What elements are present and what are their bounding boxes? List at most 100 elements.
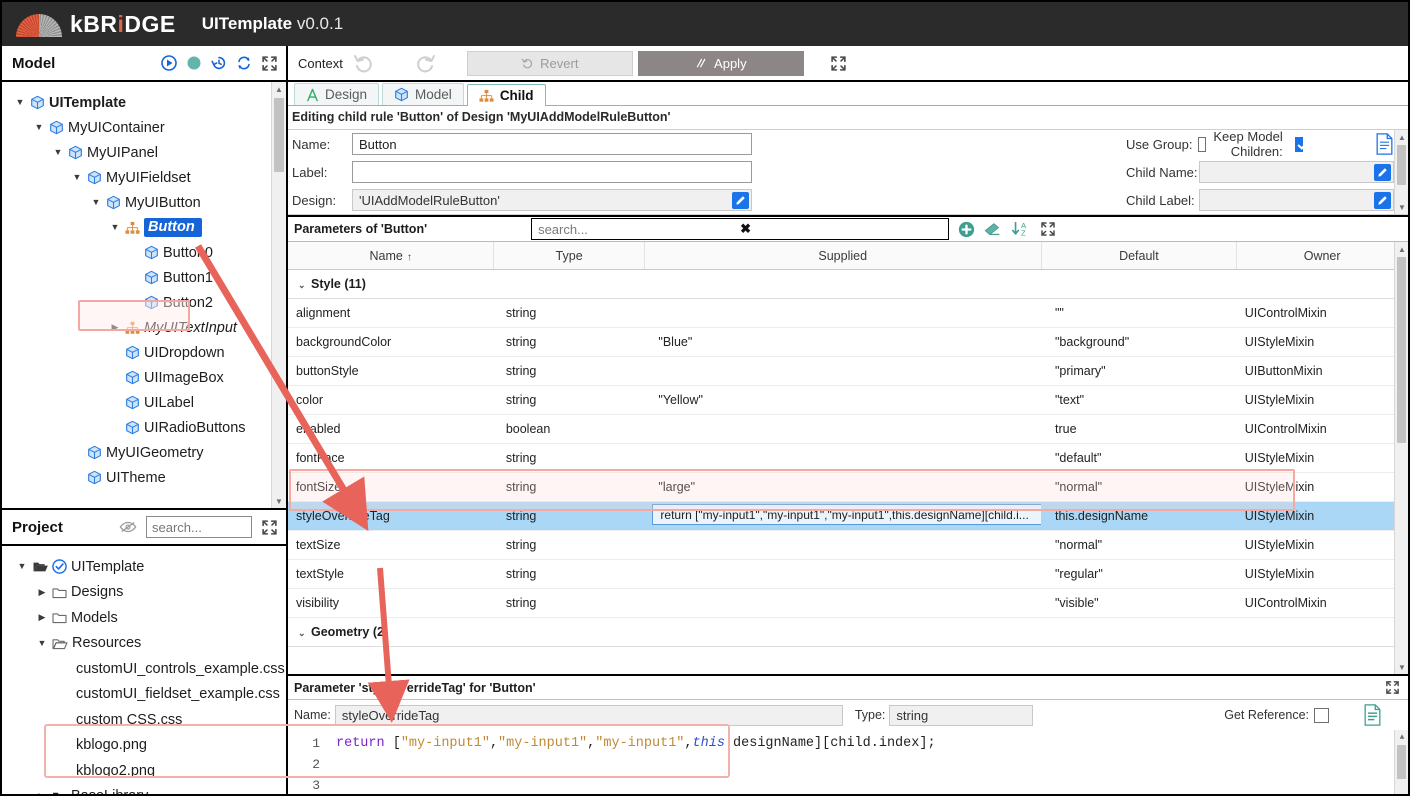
parameter-group-row[interactable]: ⌄ Style (11) — [288, 269, 1408, 299]
project-tree-item[interactable]: ▼ Resources — [10, 631, 286, 657]
expand-icon[interactable] — [1385, 680, 1400, 695]
eraser-icon[interactable] — [984, 221, 1002, 238]
parameter-supplied-cell[interactable] — [644, 559, 1041, 589]
model-tree-item-myuigeometry[interactable]: MyUIGeometry — [10, 440, 286, 465]
parameter-supplied-cell[interactable]: return ["my-input1","my-input1","my-inpu… — [644, 501, 1041, 531]
scroll-down-arrow[interactable]: ▼ — [1395, 660, 1408, 674]
document-green-icon[interactable] — [1363, 704, 1382, 726]
scroll-up-arrow[interactable]: ▲ — [1395, 130, 1408, 144]
scrollbar-thumb[interactable] — [1397, 257, 1406, 443]
label-input[interactable] — [352, 161, 752, 183]
model-tree-item-myuifieldset[interactable]: ▼ MyUIFieldset — [10, 165, 286, 190]
model-tree-item-uilabel[interactable]: UILabel — [10, 390, 286, 415]
child-name-input[interactable] — [1198, 161, 1394, 183]
scrollbar-thumb[interactable] — [1397, 745, 1406, 779]
scroll-up-arrow[interactable]: ▲ — [1395, 242, 1408, 256]
parameters-scrollbar[interactable]: ▲ ▼ — [1394, 242, 1408, 674]
chevron-right-icon[interactable]: ▶ — [34, 587, 50, 597]
code-text-area[interactable]: return ["my-input1","my-input1","my-inpu… — [328, 730, 1394, 794]
column-header-owner[interactable]: Owner — [1236, 242, 1408, 270]
sort-az-icon[interactable]: AZ — [1011, 220, 1031, 238]
revert-button[interactable]: Revert — [466, 50, 633, 76]
parameter-group-row[interactable]: ⌄ Geometry (2) — [288, 617, 1408, 647]
tab-design[interactable]: Design — [294, 83, 380, 105]
project-tree-item[interactable]: kblogo.png — [10, 733, 286, 759]
parameter-supplied-cell[interactable]: "large" — [644, 472, 1041, 502]
refresh-icon[interactable] — [236, 55, 252, 71]
undo-icon[interactable] — [352, 51, 376, 75]
supplied-value-input[interactable]: return ["my-input1","my-input1","my-inpu… — [652, 504, 1041, 525]
chevron-down-icon[interactable]: ▼ — [14, 562, 30, 571]
parameter-row[interactable]: fontFace string "default" UIStyleMixin — [288, 443, 1408, 473]
model-tree-item-button[interactable]: ▼ Button — [10, 215, 286, 240]
chevron-down-icon[interactable]: ▼ — [88, 198, 104, 207]
parameter-supplied-cell[interactable] — [644, 414, 1041, 444]
project-search-input[interactable]: search... — [146, 516, 252, 538]
column-header-name[interactable]: Name ↑ — [288, 242, 495, 270]
keep-model-children-checkbox[interactable] — [1294, 136, 1304, 152]
scroll-down-arrow[interactable]: ▼ — [1395, 200, 1408, 214]
child-label-input[interactable] — [1198, 189, 1394, 211]
column-header-default[interactable]: Default — [1041, 242, 1238, 270]
chevron-right-icon[interactable]: ▶ — [34, 613, 50, 622]
parameter-row[interactable]: enabled boolean true UIControlMixin — [288, 414, 1408, 444]
model-tree-scrollbar[interactable]: ▲ ▼ — [271, 82, 286, 508]
expand-icon[interactable] — [261, 519, 278, 536]
chevron-down-icon[interactable]: ▼ — [69, 173, 85, 182]
project-tree-item[interactable]: customUI_controls_example.css — [10, 656, 286, 682]
parameter-supplied-cell[interactable] — [644, 356, 1041, 386]
chevron-down-icon[interactable]: ⌄ — [298, 628, 311, 639]
model-tree-item-myuitextinput[interactable]: ▶ MyUITextInput — [10, 315, 286, 340]
project-tree[interactable]: ▼ UITemplate ▶ Designs ▶ Models ▼ Resources cust… — [2, 546, 286, 794]
eye-slash-icon[interactable] — [119, 520, 137, 534]
parameter-row[interactable]: styleOverrideTag string return ["my-input1… — [288, 501, 1408, 531]
parameter-supplied-cell[interactable] — [644, 443, 1041, 473]
project-tree-item[interactable]: ▼ UITemplate — [10, 554, 286, 580]
model-tree-item-myuipanel[interactable]: ▼ MyUIPanel — [10, 140, 286, 165]
chevron-down-icon[interactable]: ▼ — [50, 148, 66, 157]
expand-icon[interactable] — [261, 55, 278, 72]
chevron-down-icon[interactable]: ▼ — [31, 123, 47, 132]
scrollbar-thumb[interactable] — [1397, 145, 1406, 185]
tab-model[interactable]: Model — [382, 83, 464, 105]
add-icon[interactable] — [958, 221, 975, 238]
parameter-row[interactable]: fontSize string "large" "normal" UIStyleMixi… — [288, 472, 1408, 502]
model-tree-item-uidropdown[interactable]: UIDropdown — [10, 340, 286, 365]
parameters-search-input[interactable]: search... ✖ — [531, 218, 950, 240]
parameter-supplied-cell[interactable] — [644, 298, 1041, 328]
parameter-row[interactable]: visibility string "visible" UIControlMixin — [288, 588, 1408, 618]
chevron-right-icon[interactable]: ▶ — [107, 323, 123, 332]
project-tree-item[interactable]: custom CSS.css — [10, 707, 286, 733]
project-tree-item[interactable]: ▶ BaseLibrary — [10, 784, 286, 794]
model-tree[interactable]: ▼ UITemplate ▼ MyUIContainer ▼ MyUIPanel ▼ MyUI… — [2, 82, 286, 508]
edit-pencil-icon[interactable] — [1374, 192, 1391, 209]
param-type-input[interactable]: string — [889, 704, 1034, 726]
record-dot-icon[interactable] — [186, 55, 202, 71]
model-tree-item-button1[interactable]: Button1 — [10, 265, 286, 290]
project-tree-item[interactable]: customUI_fieldset_example.css — [10, 682, 286, 708]
parameter-row[interactable]: color string "Yellow" "text" UIStyleMixin — [288, 385, 1408, 415]
use-group-checkbox[interactable] — [1197, 136, 1207, 152]
chevron-right-icon[interactable]: ▶ — [34, 791, 50, 794]
model-tree-item-button2[interactable]: Button2 — [10, 290, 286, 315]
project-tree-item[interactable]: kblogo2.png — [10, 758, 286, 784]
design-input[interactable]: 'UIAddModelRuleButton' — [352, 189, 752, 211]
context-tabs[interactable]: Design Model Child — [288, 82, 1408, 106]
scroll-up-arrow[interactable]: ▲ — [272, 82, 286, 96]
parameter-supplied-cell[interactable]: "Blue" — [644, 327, 1041, 357]
parameter-row[interactable]: alignment string "" UIControlMixin — [288, 298, 1408, 328]
scroll-down-arrow[interactable]: ▼ — [272, 494, 286, 508]
model-tree-item-uitheme[interactable]: UITheme — [10, 465, 286, 490]
parameter-row[interactable]: textSize string "normal" UIStyleMixin — [288, 530, 1408, 560]
apply-button[interactable]: Apply — [637, 50, 804, 76]
chevron-down-icon[interactable]: ⌄ — [298, 280, 311, 291]
document-icon[interactable] — [1375, 133, 1394, 155]
scroll-up-arrow[interactable]: ▲ — [1395, 730, 1408, 744]
form-scrollbar[interactable]: ▲ ▼ — [1394, 130, 1408, 214]
chevron-down-icon[interactable]: ▼ — [12, 98, 28, 107]
tab-child[interactable]: Child — [466, 84, 546, 106]
project-tree-item[interactable]: ▶ Designs — [10, 580, 286, 606]
history-icon[interactable] — [211, 55, 227, 71]
parameter-supplied-cell[interactable]: "Yellow" — [644, 385, 1041, 415]
parameter-row[interactable]: buttonStyle string "primary" UIButtonMixin — [288, 356, 1408, 386]
